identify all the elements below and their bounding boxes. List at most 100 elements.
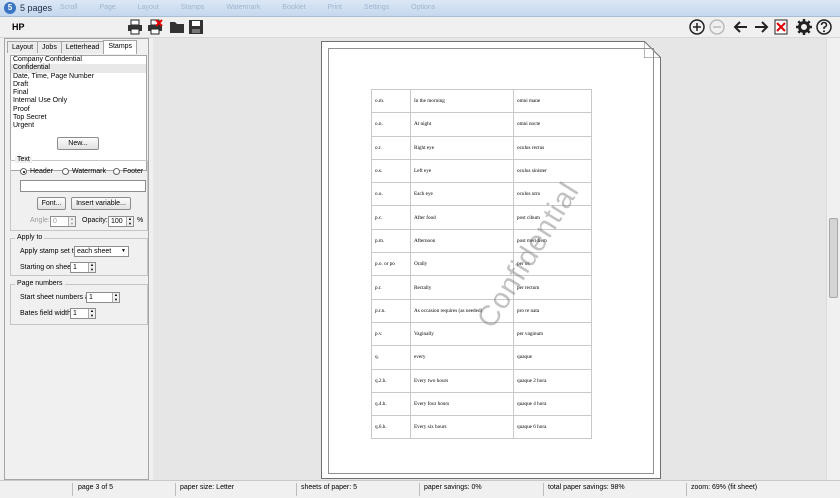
tab-letterhead[interactable]: Letterhead (60, 41, 105, 53)
status-separator (296, 483, 297, 496)
status-paper-size: paper size: Letter (180, 484, 235, 491)
radio-dot (62, 168, 69, 175)
help-button[interactable] (815, 18, 833, 36)
zoom-in-button[interactable] (688, 18, 706, 36)
table-row: p.r. Rectally per rectum (371, 275, 592, 300)
bates-width-label: Bates field width: (20, 310, 73, 317)
table-cell: p.v. (371, 321, 411, 347)
opacity-stepper[interactable]: 100 ▲ ▼ (108, 216, 134, 227)
vertical-scrollbar[interactable] (826, 38, 839, 480)
starting-sheet-value: 1 (73, 264, 77, 271)
table-cell: o.n. (371, 112, 411, 137)
open-button[interactable] (168, 18, 186, 36)
tab-jobs[interactable]: Jobs (37, 41, 62, 53)
title-bar: 5 5 pages Scroll Page Layout Stamps Wate… (0, 0, 840, 17)
status-zoom: zoom: 69% (fit sheet) (691, 484, 758, 491)
list-item[interactable]: Draft (11, 81, 146, 89)
stamp-text-input[interactable] (20, 180, 146, 192)
help-icon (816, 19, 832, 35)
list-item[interactable]: Confidential (11, 64, 146, 73)
list-item[interactable]: Date, Time, Page Number (11, 73, 146, 81)
stamp-list[interactable]: Company Confidential Confidential Date, … (10, 55, 147, 171)
spin-arrows-icon[interactable]: ▲ ▼ (112, 292, 119, 302)
settings-button[interactable] (795, 18, 813, 36)
table-cell: Afternoon (410, 228, 514, 254)
spin-arrows-icon[interactable]: ▲ ▼ (88, 308, 95, 318)
radio-dot (113, 168, 120, 175)
status-bar: page 3 of 5 paper size: Letter sheets of… (0, 480, 840, 498)
table-row: o.m. In the morning omni mane (371, 88, 592, 114)
start-sheet-numbers-label: Start sheet numbers at (20, 294, 91, 301)
opacity-value: 100 (111, 218, 123, 225)
arrow-right-icon (755, 21, 769, 33)
table-cell: Each eye (410, 182, 514, 207)
table-cell: q.4.h. (371, 391, 411, 417)
table-cell: In the morning (410, 88, 514, 114)
list-item[interactable]: Top Secret (11, 114, 146, 122)
start-sheet-numbers-value: 1 (89, 294, 93, 301)
panel-tabs: Layout Jobs Letterhead Stamps (7, 40, 138, 54)
tab-layout[interactable]: Layout (7, 41, 39, 53)
table-cell: Every six hours (410, 415, 514, 440)
app-icon: 5 (4, 2, 16, 14)
spin-arrows-icon[interactable]: ▲ ▼ (126, 216, 133, 226)
apply-stamp-label: Apply stamp set to (20, 248, 78, 255)
list-item[interactable]: Proof (11, 106, 146, 114)
print-preview[interactable]: o.m. In the morning omni mane o.n. At night o… (153, 38, 826, 480)
save-button[interactable] (187, 18, 205, 36)
insert-variable-button[interactable]: Insert variable... (71, 197, 131, 210)
toolbar: HP (0, 17, 840, 38)
status-separator (419, 483, 420, 496)
watermark-radio[interactable]: Watermark (62, 168, 106, 175)
radio-label: Header (30, 168, 53, 175)
table-cell: omni mane (513, 88, 592, 114)
list-item[interactable]: Internal Use Only (11, 97, 146, 105)
radio-label: Footer (123, 168, 144, 175)
starting-sheet-label: Starting on sheet (20, 264, 73, 271)
table-cell: q. (371, 345, 411, 370)
table-cell: o.u. (371, 182, 411, 207)
select-value: each sheet (77, 248, 112, 255)
list-item[interactable]: Company Confidential (11, 56, 146, 64)
cancel-button[interactable] (772, 18, 790, 36)
table-row: o.r. Right eye oculus rectus (371, 135, 592, 160)
scrollbar-thumb[interactable] (829, 218, 838, 298)
table-cell: Right eye (410, 135, 514, 160)
zoom-out-icon (709, 19, 725, 35)
table-cell: q.2.h. (371, 368, 411, 393)
radio-label: Watermark (72, 168, 106, 175)
radio-dot (20, 168, 27, 175)
new-stamp-button[interactable]: New... (57, 137, 99, 150)
spin-arrows-icon[interactable]: ▲ ▼ (88, 262, 95, 272)
angle-stepper[interactable]: 0 ▲ ▼ (50, 216, 76, 227)
menu-bar[interactable]: Scroll Page Layout Stamps Watermark Book… (60, 4, 435, 11)
table-cell: quaque 4 hora (513, 391, 592, 417)
table-cell: Every two hours (410, 368, 514, 393)
tab-stamps[interactable]: Stamps (103, 40, 138, 54)
table-cell: p.r. (371, 275, 411, 300)
list-item[interactable]: Urgent (11, 122, 146, 130)
zoom-out-button[interactable] (708, 18, 726, 36)
bates-width-stepper[interactable]: 1 ▲ ▼ (70, 308, 96, 319)
spin-arrows-icon[interactable]: ▲ ▼ (68, 216, 75, 226)
table-cell: At night (410, 112, 514, 137)
opacity-unit: % (137, 217, 144, 224)
abbreviations-table: o.m. In the morning omni mane o.n. At night o… (371, 88, 592, 440)
footer-radio[interactable]: Footer (113, 168, 143, 175)
header-radio[interactable]: Header (20, 168, 53, 175)
apply-stamp-select[interactable]: each sheet ▼ (74, 246, 129, 257)
start-sheet-numbers-stepper[interactable]: 1 ▲ ▼ (86, 292, 120, 303)
status-total-savings: total paper savings: 98% (548, 484, 625, 491)
next-page-button[interactable] (752, 18, 770, 36)
starting-sheet-stepper[interactable]: 1 ▲ ▼ (70, 262, 96, 273)
table-row: o.n. At night omni nocte (371, 112, 592, 137)
list-item[interactable]: Final (11, 89, 146, 97)
table-row: p.o. or po Orally per os (371, 252, 592, 277)
printer-button[interactable] (126, 18, 144, 36)
text-group: Text Header Watermark Footer Font... Ins… (10, 156, 148, 231)
previous-page-button[interactable] (732, 18, 750, 36)
bates-width-value: 1 (73, 310, 77, 317)
font-button[interactable]: Font... (37, 197, 66, 210)
table-cell: quaque 6 hora (513, 415, 592, 440)
delete-printer-button[interactable] (146, 18, 164, 36)
